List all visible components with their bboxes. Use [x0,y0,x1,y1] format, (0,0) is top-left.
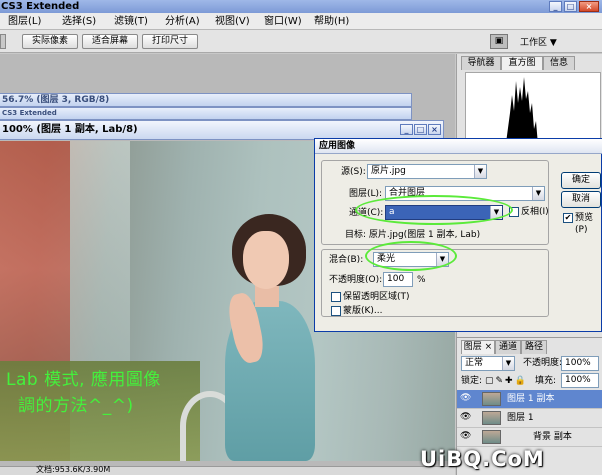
target-text: 目标: 原片.jpg(图层 1 副本, Lab) [345,230,481,240]
source-value: 原片.jpg [371,166,406,176]
menu-view[interactable]: 视图(V) [215,15,250,28]
menu-bar: 图层(L) 选择(S) 滤镜(T) 分析(A) 视图(V) 窗口(W) 帮助(H… [0,13,602,30]
apply-image-dialog: 应用图像 源(S): 原片.jpg ▼ 图层(L): 合并图层 ▼ 通道(C): a… [314,138,602,332]
menu-select[interactable]: 选择(S) [62,15,96,28]
document-title-3: 100% (图层 1 副本, Lab/8) [2,124,138,135]
chevron-down-icon: ▼ [502,357,514,370]
close-button[interactable]: × [579,1,599,12]
palette-well-icon[interactable]: ▣ [490,34,508,49]
tab-channels[interactable]: 通道 [495,340,521,354]
document-title-1: 56.7% (图层 3, RGB/8) [2,95,110,105]
menu-analysis[interactable]: 分析(A) [165,15,200,28]
layer-opacity-field[interactable]: 100% [561,356,599,371]
blend-mode-select[interactable]: 正常 ▼ [461,356,515,371]
chevron-down-icon: ▼ [532,187,544,200]
document-titlebar-2[interactable]: CS3 Extended [0,107,412,120]
eye-icon[interactable]: 👁 [460,431,471,441]
ok-button[interactable]: 确定 [561,172,601,189]
opacity-unit: % [417,275,426,285]
blend-mode-value: 正常 [465,358,484,368]
site-watermark: UiBQ.CoM [420,447,545,471]
fill-label: 填充: [535,376,557,386]
highlight-circle-channel [355,195,513,225]
blend-label: 混合(B): [329,255,364,265]
layer-thumbnail [482,430,501,444]
eye-icon[interactable]: 👁 [460,393,471,403]
layer-label: 图层(L): [349,189,383,199]
document-titlebar-3[interactable]: 100% (图层 1 副本, Lab/8) _ □ × [0,120,444,140]
tab-histogram[interactable]: 直方图 [501,56,543,70]
layer-thumbnail [482,392,501,406]
layer-name: 背景 副本 [533,432,572,442]
caption-line-2: 調的方法^_^) [18,396,134,416]
doc-minimize-button[interactable]: _ [400,124,413,135]
options-bar: 实际像素 适合屏幕 打印尺寸 ▣ 工作区 ▼ [0,30,602,53]
layer-row[interactable]: 👁 图层 1 [457,409,602,428]
preview-label: 预览(P) [575,213,594,235]
chevron-down-icon: ▼ [474,165,486,178]
preserve-transparency-label: 保留透明区域(T) [343,292,410,302]
layer-thumbnail [482,411,501,425]
cancel-button[interactable]: 取消 [561,191,601,208]
fit-screen-button[interactable]: 适合屏幕 [82,34,138,49]
layer-opacity-label: 不透明度: [523,358,563,368]
tab-navigator[interactable]: 导航器 [461,56,501,70]
lock-label: 锁定: [461,376,483,386]
eye-icon[interactable]: 👁 [460,412,471,422]
caption-line-1: Lab 模式, 應用圖像 [6,370,161,390]
source-label: 源(S): [341,167,366,177]
menu-help[interactable]: 帮助(H) [314,15,349,28]
tab-layers[interactable]: 图层 × [461,340,495,354]
mask-label: 蒙版(K)... [343,306,383,316]
print-size-button[interactable]: 打印尺寸 [142,34,198,49]
menu-layer[interactable]: 图层(L) [8,15,41,28]
tab-info[interactable]: 信息 [543,56,575,70]
actual-pixels-button[interactable]: 实际像素 [22,34,78,49]
tool-preset-icon[interactable] [0,34,6,49]
layer-name: 图层 1 副本 [507,394,555,404]
invert-label: 反相(I) [521,207,549,217]
restore-button[interactable]: □ [564,1,577,12]
minimize-button[interactable]: _ [549,1,562,12]
doc-close-button[interactable]: × [428,124,441,135]
document-title-2: CS3 Extended [2,109,57,117]
document-titlebar-1[interactable]: 56.7% (图层 3, RGB/8) [0,93,412,107]
menu-filter[interactable]: 滤镜(T) [114,15,148,28]
app-title: CS3 Extended [1,1,80,12]
fill-field[interactable]: 100% [561,373,599,388]
doc-maximize-button[interactable]: □ [414,124,427,135]
preview-checkbox[interactable]: ✔ [563,213,573,223]
workspace-menu[interactable]: 工作区 ▼ [520,35,557,48]
lock-icons[interactable]: ▢✎✚🔒 [485,375,528,387]
tab-paths[interactable]: 路径 [521,340,547,354]
document-size-status: 文档:953.6K/3.90M [36,465,111,474]
layer-name: 图层 1 [507,413,534,423]
menu-window[interactable]: 窗口(W) [264,15,302,28]
opacity-field[interactable]: 100 [383,272,413,287]
photo-face [243,231,289,289]
status-bar: 文档:953.6K/3.90M [0,465,455,475]
highlight-circle-blend [365,241,457,271]
app-title-bar: CS3 Extended _ □ × [0,0,602,13]
mask-checkbox[interactable] [331,306,341,316]
opacity-label: 不透明度(O): [329,275,383,285]
layer-row[interactable]: 👁 图层 1 副本 [457,390,602,409]
preserve-transparency-checkbox[interactable] [331,292,341,302]
dialog-title: 应用图像 [315,139,602,154]
source-select[interactable]: 原片.jpg ▼ [367,164,487,179]
